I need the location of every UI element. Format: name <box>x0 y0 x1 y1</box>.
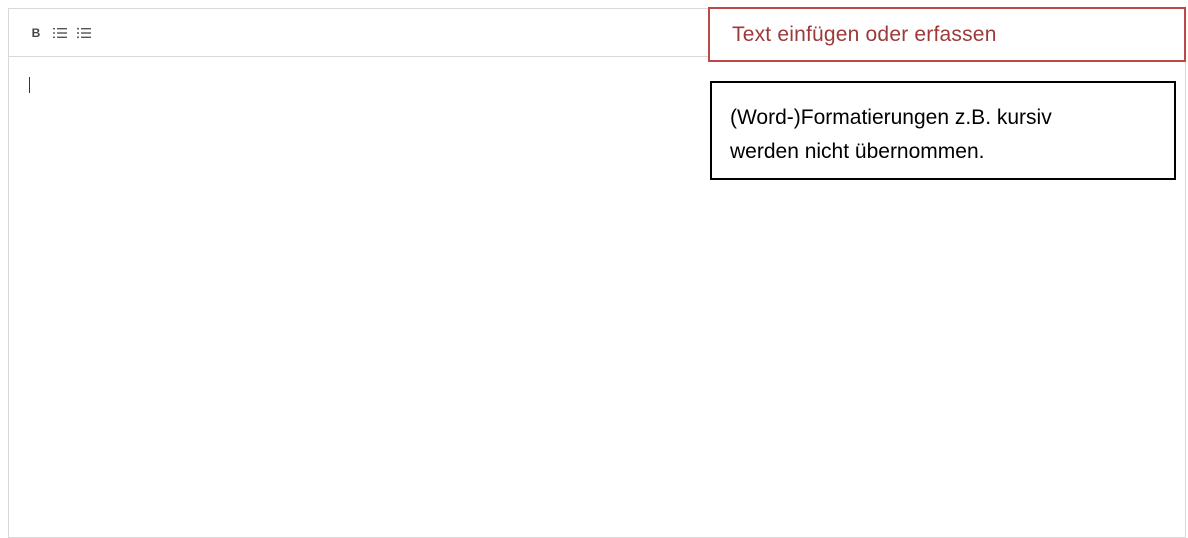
formatting-info-callout: (Word-)Formatierungen z.B. kursiv werden… <box>710 81 1176 180</box>
paste-or-type-callout: Text einfügen oder erfassen <box>708 7 1186 62</box>
info-callout-line-2: werden nicht übernommen. <box>730 140 985 163</box>
text-cursor <box>29 77 30 93</box>
unordered-list-button[interactable] <box>75 23 93 43</box>
info-callout-line-1: (Word-)Formatierungen z.B. kursiv <box>730 106 1052 129</box>
ordered-list-icon <box>53 27 67 38</box>
bold-button[interactable]: B <box>27 23 45 43</box>
ordered-list-button[interactable] <box>51 23 69 43</box>
unordered-list-icon <box>77 27 91 38</box>
